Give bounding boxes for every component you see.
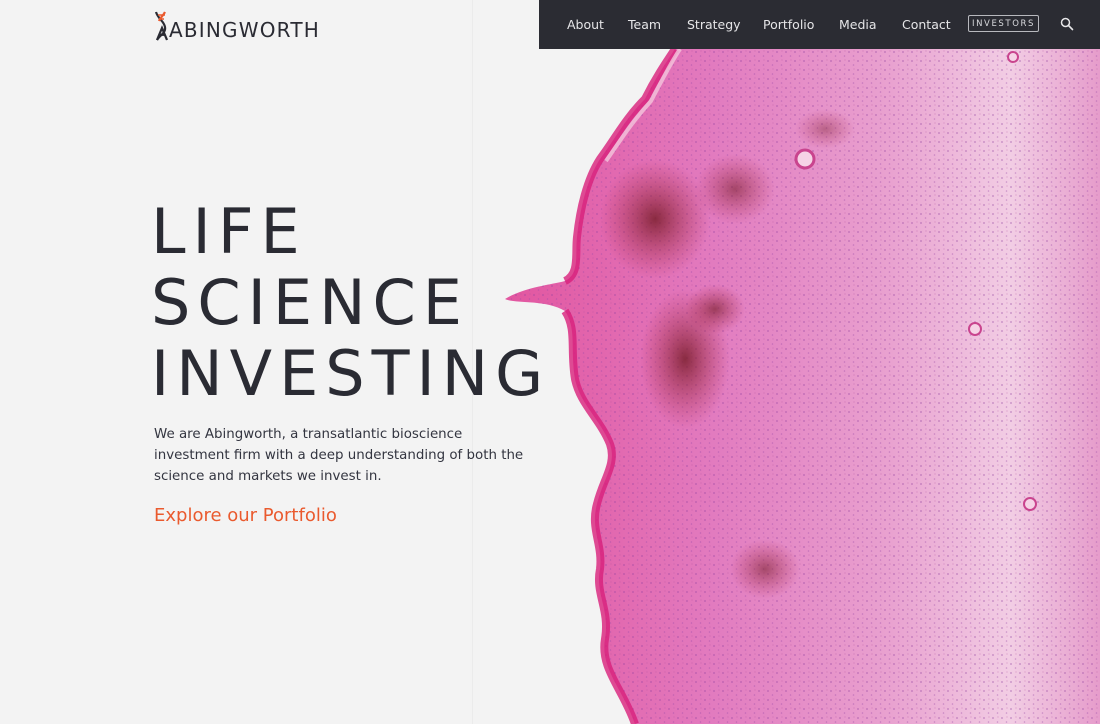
nav-item-team[interactable]: Team [628, 17, 661, 32]
dna-helix-icon [154, 11, 168, 41]
hero-intro-text: We are Abingworth, a transatlantic biosc… [154, 427, 524, 484]
headline-line-3: INVESTING [151, 337, 551, 410]
brand-name: ABINGWORTH [169, 18, 320, 42]
nav-item-media[interactable]: Media [839, 17, 877, 32]
investors-button[interactable]: INVESTORS [968, 15, 1039, 32]
main-nav: About Team Strategy Portfolio Media Cont… [539, 0, 1100, 49]
hero-tissue-image [505, 49, 1100, 724]
nav-item-contact[interactable]: Contact [902, 17, 951, 32]
headline-line-2: SCIENCE [151, 266, 469, 339]
explore-portfolio-link[interactable]: Explore our Portfolio [154, 505, 337, 526]
hero-headline: LIFE SCIENCE INVESTING [151, 196, 550, 409]
nav-item-portfolio[interactable]: Portfolio [763, 17, 814, 32]
nav-item-strategy[interactable]: Strategy [687, 17, 741, 32]
search-icon[interactable] [1060, 17, 1074, 31]
brand-logo[interactable]: ABINGWORTH [154, 9, 320, 41]
nav-item-about[interactable]: About [567, 17, 604, 32]
headline-line-1: LIFE [151, 195, 307, 268]
